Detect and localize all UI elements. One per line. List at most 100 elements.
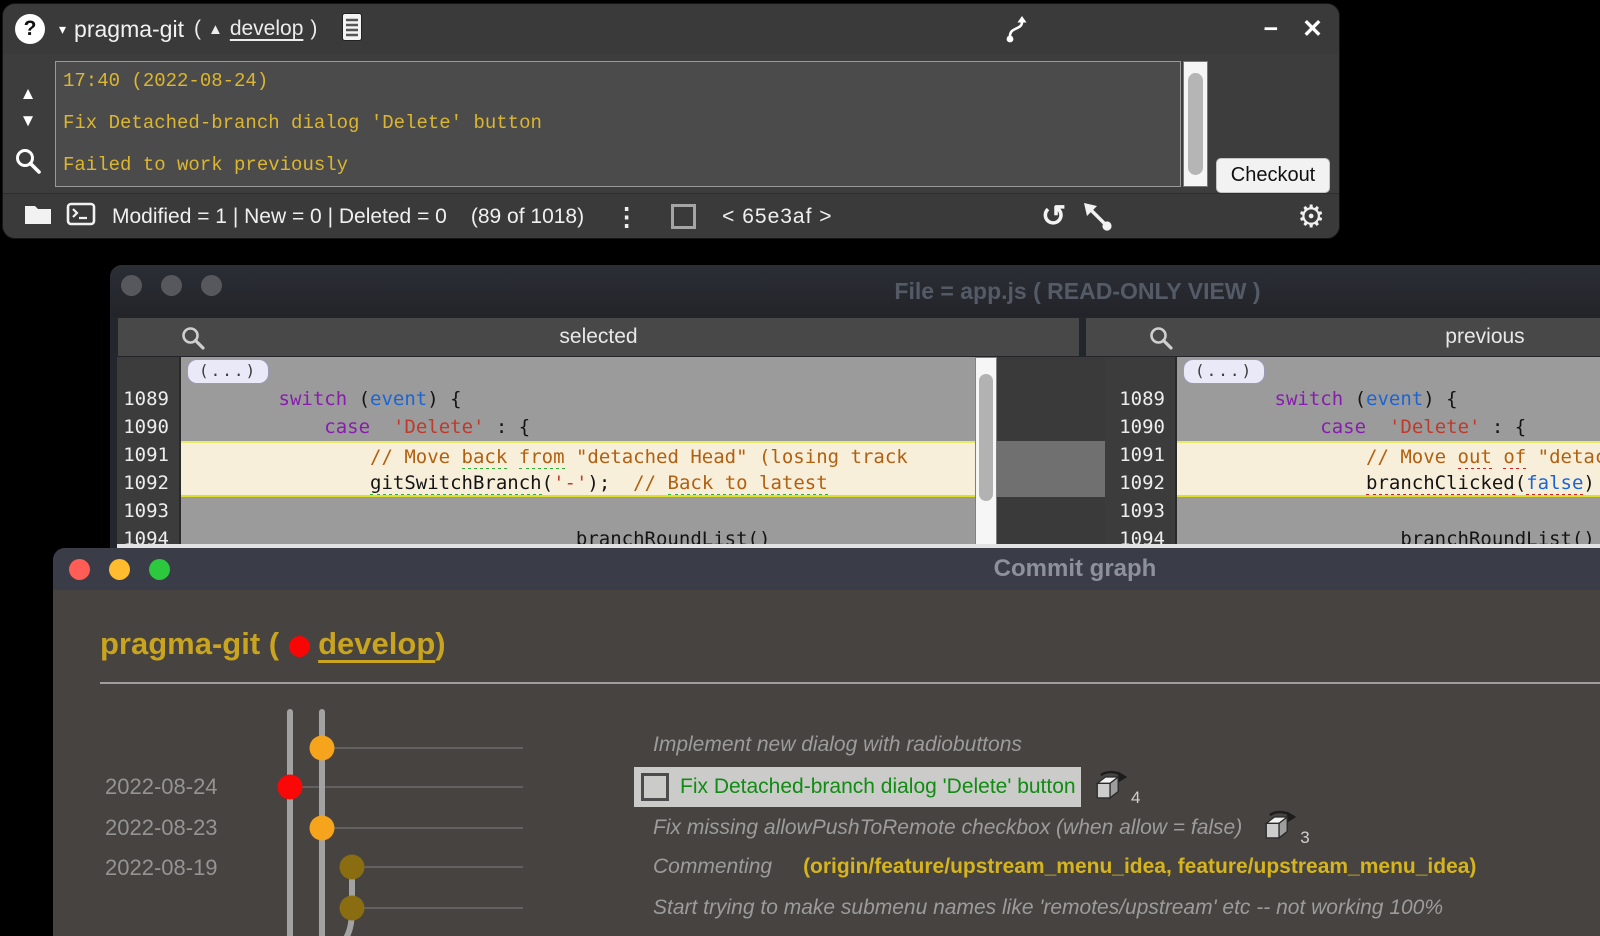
selected-commit-row[interactable]: Fix Detached-branch dialog 'Delete' butt…: [634, 767, 1081, 807]
commit-message[interactable]: Start trying to make submenu names like …: [653, 896, 1443, 920]
main-window: ? ▾ pragma-git ( ▲ develop ): [2, 3, 1340, 239]
close-button[interactable]: ✕: [1302, 17, 1323, 42]
more-menu-icon[interactable]: ⋮: [614, 202, 639, 232]
commit-message[interactable]: Implement new dialog with radiobuttons: [653, 733, 1022, 757]
diff-connector-gutter: [997, 357, 1105, 573]
current-commit-dot-icon: [289, 636, 310, 657]
line-number: [117, 357, 181, 385]
diff-change-marker: [997, 441, 1105, 497]
commit-message-area: ▲ ▼ 17:40 (2022-08-24) Fix Detached-bran…: [3, 57, 1339, 193]
message-line: 17:40 (2022-08-24): [63, 68, 1180, 110]
previous-pane-header: previous: [1085, 317, 1600, 357]
changed-files-icon[interactable]: 3: [1259, 808, 1309, 848]
code-scrollbar[interactable]: [975, 357, 997, 573]
changed-files-count: 3: [1300, 828, 1309, 848]
minimize-button[interactable]: −: [1263, 17, 1278, 42]
commit-message[interactable]: Fix Detached-branch dialog 'Delete' butt…: [680, 775, 1076, 799]
code-line: 1092 gitSwitchBranch('-'); // Back to la…: [117, 469, 975, 497]
scrollbar-thumb[interactable]: [979, 374, 993, 501]
branch-refs: (origin/feature/upstream_menu_idea, feat…: [803, 855, 1476, 879]
stage-checkbox[interactable]: [671, 204, 696, 229]
commit-row[interactable]: Commenting (origin/feature/upstream_menu_…: [653, 847, 1476, 887]
pane-label: selected: [118, 325, 1079, 349]
merge-arrow-icon[interactable]: [1081, 200, 1115, 239]
line-number: 1089: [117, 385, 181, 413]
line-number: 1093: [1105, 497, 1177, 525]
graph-window-title: Commit graph: [53, 548, 1600, 590]
commit-date: 2022-08-24: [105, 772, 235, 802]
repo-header: pragma-git ( develop ): [100, 626, 446, 662]
line-number: 1092: [117, 469, 181, 497]
commit-message-editor[interactable]: 17:40 (2022-08-24) Fix Detached-branch d…: [55, 61, 1181, 187]
commit-date: 2022-08-23: [105, 813, 235, 843]
code-line: 1089 switch (event) {: [1105, 385, 1600, 413]
pane-label: previous: [1086, 325, 1600, 349]
notes-icon[interactable]: [341, 12, 363, 47]
line-number: 1091: [117, 441, 181, 469]
terminal-icon[interactable]: [66, 201, 96, 233]
scrollbar-thumb[interactable]: [1188, 73, 1203, 175]
commit-dot: [340, 896, 365, 921]
chevron-down-icon[interactable]: ▾: [59, 21, 66, 38]
code-line: (...): [117, 357, 975, 385]
branch-indicator[interactable]: ( ▲ develop ): [194, 17, 317, 41]
scroll-up-icon[interactable]: ▲: [20, 85, 37, 102]
git-branch-icon[interactable]: [1001, 14, 1031, 49]
code-fold-badge[interactable]: (...): [1183, 359, 1265, 384]
commit-date: 2022-08-19: [105, 853, 235, 883]
message-line: Fix Detached-branch dialog 'Delete' butt…: [63, 110, 1180, 152]
code-fold-badge[interactable]: (...): [187, 359, 269, 384]
commit-row[interactable]: Fix missing allowPushToRemote checkbox (…: [653, 808, 1310, 848]
line-number: [1105, 357, 1177, 385]
paren-close: ): [435, 626, 445, 662]
commit-dot: [310, 816, 335, 841]
code-line: 1091 // Move back from "detached Head" (…: [117, 441, 975, 469]
commit-message[interactable]: Commenting: [653, 855, 772, 879]
branch-link[interactable]: develop: [230, 17, 304, 41]
code-line: 1090 case 'Delete' : {: [1105, 413, 1600, 441]
commit-row[interactable]: Start trying to make submenu names like …: [653, 888, 1443, 928]
code-line: 1089 switch (event) {: [117, 385, 975, 413]
line-number: 1089: [1105, 385, 1177, 413]
line-number: 1093: [117, 497, 181, 525]
search-icon[interactable]: [14, 147, 42, 180]
message-scrollbar[interactable]: [1183, 61, 1208, 187]
commit-dot: [278, 775, 303, 800]
diff-window-title: File = app.js ( READ-ONLY VIEW ): [110, 265, 1600, 317]
separator: [100, 682, 1600, 684]
diff-titlebar: File = app.js ( READ-ONLY VIEW ): [110, 265, 1600, 317]
up-triangle-icon: ▲: [208, 21, 223, 38]
repo-title: pragma-git: [74, 16, 184, 43]
selected-pane-header: selected: [117, 317, 1080, 357]
commit-position: (89 of 1018): [471, 205, 584, 229]
code-line: 1093: [1105, 497, 1600, 525]
undo-icon[interactable]: ↺: [1041, 199, 1066, 234]
diff-window: File = app.js ( READ-ONLY VIEW ) selecte…: [110, 265, 1600, 573]
checkout-button[interactable]: Checkout: [1216, 158, 1330, 193]
commit-dot: [340, 855, 365, 880]
branch-link[interactable]: develop: [318, 626, 435, 662]
commit-graph-canvas[interactable]: [253, 698, 613, 936]
gear-icon[interactable]: ⚙: [1297, 199, 1325, 235]
message-nav-column: ▲ ▼: [3, 57, 53, 193]
code-line: 1092 branchClicked(false): [1105, 469, 1600, 497]
statusbar: Modified = 1 | New = 0 | Deleted = 0 (89…: [3, 193, 1339, 239]
selected-code-pane: (...)1089 switch (event) {1090 case 'Del…: [117, 357, 975, 553]
commit-row[interactable]: Implement new dialog with radiobuttons: [653, 725, 1022, 765]
help-icon[interactable]: ?: [15, 14, 45, 44]
code-line: 1093: [117, 497, 975, 525]
commit-checkbox[interactable]: [641, 773, 669, 801]
commit-message[interactable]: Fix missing allowPushToRemote checkbox (…: [653, 816, 1242, 840]
graph-titlebar: Commit graph: [53, 548, 1600, 590]
code-line: 1091 // Move out of "detached Head": [1105, 441, 1600, 469]
commit-hash-nav[interactable]: < 65e3af >: [722, 205, 832, 229]
previous-code-pane: (...)1089 switch (event) {1090 case 'Del…: [1105, 357, 1600, 553]
code-line: (...): [1105, 357, 1600, 385]
folder-icon[interactable]: [23, 202, 53, 232]
changed-files-icon[interactable]: 4: [1090, 768, 1140, 808]
repo-name: pragma-git (: [100, 626, 279, 662]
scroll-down-icon[interactable]: ▼: [20, 112, 37, 129]
message-line: Failed to work previously: [63, 152, 1180, 194]
changed-files-count: 4: [1131, 788, 1140, 808]
file-counts: Modified = 1 | New = 0 | Deleted = 0: [112, 205, 447, 229]
